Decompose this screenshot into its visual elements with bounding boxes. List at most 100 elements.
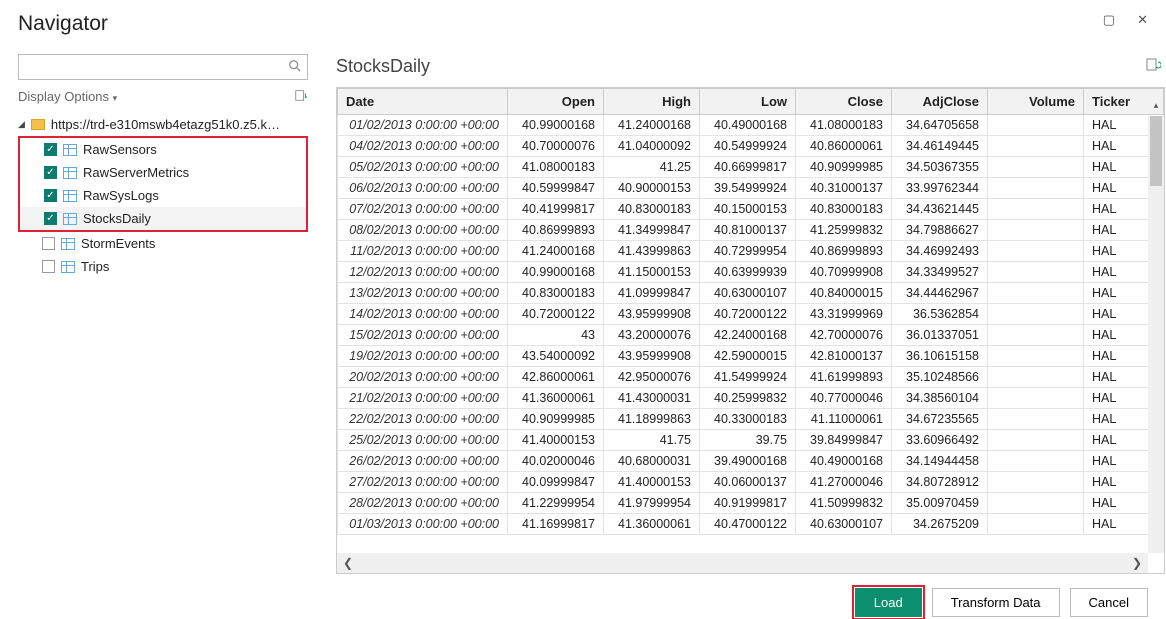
- table-row[interactable]: 28/02/2013 0:00:00 +00:0041.2299995441.9…: [338, 493, 1164, 514]
- table-icon: [63, 144, 77, 156]
- table-cell: 41.25: [604, 157, 700, 178]
- table-cell: 43.54000092: [508, 346, 604, 367]
- table-cell: 41.15000153: [604, 262, 700, 283]
- table-row[interactable]: 07/02/2013 0:00:00 +00:0040.4199981740.8…: [338, 199, 1164, 220]
- table-row[interactable]: 13/02/2013 0:00:00 +00:0040.8300018341.0…: [338, 283, 1164, 304]
- table-cell: 39.84999847: [796, 430, 892, 451]
- table-cell: 27/02/2013 0:00:00 +00:00: [338, 472, 508, 493]
- table-row[interactable]: 01/02/2013 0:00:00 +00:0040.9900016841.2…: [338, 115, 1164, 136]
- tree-item-label: StormEvents: [81, 236, 155, 251]
- checkbox-icon[interactable]: ✓: [44, 212, 57, 225]
- tree-item-trips[interactable]: Trips: [18, 255, 308, 278]
- table-cell: [988, 304, 1084, 325]
- table-cell: [988, 199, 1084, 220]
- table-icon: [61, 261, 75, 273]
- table-cell: 40.49000168: [796, 451, 892, 472]
- close-icon[interactable]: ✕: [1137, 12, 1148, 28]
- column-header[interactable]: Date: [338, 89, 508, 115]
- tree-item-stocksdaily[interactable]: ✓ StocksDaily: [20, 207, 306, 230]
- table-row[interactable]: 21/02/2013 0:00:00 +00:0041.3600006141.4…: [338, 388, 1164, 409]
- table-row[interactable]: 04/02/2013 0:00:00 +00:0040.7000007641.0…: [338, 136, 1164, 157]
- scroll-left-icon[interactable]: ❮: [343, 556, 353, 570]
- table-cell: [988, 157, 1084, 178]
- chevron-down-icon: ▾: [113, 93, 118, 103]
- column-header[interactable]: Close: [796, 89, 892, 115]
- table-cell: 34.46992493: [892, 241, 988, 262]
- table-cell: 41.09999847: [604, 283, 700, 304]
- table-row[interactable]: 11/02/2013 0:00:00 +00:0041.2400016841.4…: [338, 241, 1164, 262]
- table-row[interactable]: 12/02/2013 0:00:00 +00:0040.9900016841.1…: [338, 262, 1164, 283]
- table-row[interactable]: 20/02/2013 0:00:00 +00:0042.8600006142.9…: [338, 367, 1164, 388]
- tree-item-rawsensors[interactable]: ✓ RawSensors: [20, 138, 306, 161]
- search-input[interactable]: [18, 54, 308, 80]
- table-cell: 41.24000168: [604, 115, 700, 136]
- scroll-right-icon[interactable]: ❯: [1132, 556, 1142, 570]
- table-row[interactable]: 26/02/2013 0:00:00 +00:0040.0200004640.6…: [338, 451, 1164, 472]
- column-header[interactable]: Volume: [988, 89, 1084, 115]
- table-cell: 41.75: [604, 430, 700, 451]
- table-cell: [988, 241, 1084, 262]
- table-row[interactable]: 19/02/2013 0:00:00 +00:0043.5400009243.9…: [338, 346, 1164, 367]
- table-row[interactable]: 15/02/2013 0:00:00 +00:004343.2000007642…: [338, 325, 1164, 346]
- search-icon[interactable]: [288, 59, 302, 76]
- table-cell: 40.72000122: [508, 304, 604, 325]
- table-cell: 41.04000092: [604, 136, 700, 157]
- tree-root[interactable]: ◢ https://trd-e310mswb4etazg51k0.z5.kust…: [18, 115, 308, 134]
- table-cell: 40.84000015: [796, 283, 892, 304]
- table-row[interactable]: 06/02/2013 0:00:00 +00:0040.5999984740.9…: [338, 178, 1164, 199]
- preview-refresh-icon[interactable]: [1145, 57, 1161, 76]
- table-cell: 40.90999985: [508, 409, 604, 430]
- table-cell: 28/02/2013 0:00:00 +00:00: [338, 493, 508, 514]
- table-row[interactable]: 08/02/2013 0:00:00 +00:0040.8699989341.3…: [338, 220, 1164, 241]
- tree-item-rawsyslogs[interactable]: ✓ RawSysLogs: [20, 184, 306, 207]
- scroll-up-icon[interactable]: ▴: [1148, 100, 1164, 111]
- table-row[interactable]: 27/02/2013 0:00:00 +00:0040.0999984741.4…: [338, 472, 1164, 493]
- horizontal-scrollbar[interactable]: ❮ ❯: [337, 553, 1148, 573]
- table-cell: 01/02/2013 0:00:00 +00:00: [338, 115, 508, 136]
- transform-data-button[interactable]: Transform Data: [932, 588, 1060, 617]
- table-row[interactable]: 25/02/2013 0:00:00 +00:0041.4000015341.7…: [338, 430, 1164, 451]
- table-row[interactable]: 14/02/2013 0:00:00 +00:0040.7200012243.9…: [338, 304, 1164, 325]
- table-cell: 42.95000076: [604, 367, 700, 388]
- display-options-dropdown[interactable]: Display Options ▾: [18, 89, 117, 104]
- checkbox-icon[interactable]: ✓: [44, 166, 57, 179]
- table-cell: 41.97999954: [604, 493, 700, 514]
- checkbox-icon[interactable]: ✓: [44, 143, 57, 156]
- tree-item-stormevents[interactable]: StormEvents: [18, 232, 308, 255]
- table-cell: 43.31999969: [796, 304, 892, 325]
- checkbox-icon[interactable]: [42, 260, 55, 273]
- collapse-icon[interactable]: ◢: [18, 119, 25, 130]
- table-icon: [63, 190, 77, 202]
- table-cell: 41.61999893: [796, 367, 892, 388]
- table-cell: 35.00970459: [892, 493, 988, 514]
- table-cell: 43.95999908: [604, 346, 700, 367]
- scrollbar-thumb[interactable]: [1150, 116, 1162, 186]
- tree-item-rawservermetrics[interactable]: ✓ RawServerMetrics: [20, 161, 306, 184]
- table-cell: 41.40000153: [508, 430, 604, 451]
- table-row[interactable]: 01/03/2013 0:00:00 +00:0041.1699981741.3…: [338, 514, 1164, 535]
- table-cell: [988, 346, 1084, 367]
- table-cell: 06/02/2013 0:00:00 +00:00: [338, 178, 508, 199]
- table-row[interactable]: 22/02/2013 0:00:00 +00:0040.9099998541.1…: [338, 409, 1164, 430]
- tree-root-label: https://trd-e310mswb4etazg51k0.z5.kusto.…: [51, 117, 281, 132]
- cancel-button[interactable]: Cancel: [1070, 588, 1148, 617]
- column-header[interactable]: AdjClose: [892, 89, 988, 115]
- column-header[interactable]: Low: [700, 89, 796, 115]
- table-cell: 40.70000076: [508, 136, 604, 157]
- vertical-scrollbar[interactable]: ▴: [1148, 116, 1164, 553]
- table-cell: 39.54999924: [700, 178, 796, 199]
- table-cell: [988, 493, 1084, 514]
- load-button[interactable]: Load: [855, 588, 922, 617]
- checkbox-icon[interactable]: ✓: [44, 189, 57, 202]
- checkbox-icon[interactable]: [42, 237, 55, 250]
- maximize-icon[interactable]: ▢: [1103, 12, 1115, 28]
- table-cell: 41.36000061: [604, 514, 700, 535]
- column-header[interactable]: High: [604, 89, 700, 115]
- table-cell: 41.11000061: [796, 409, 892, 430]
- table-row[interactable]: 05/02/2013 0:00:00 +00:0041.0800018341.2…: [338, 157, 1164, 178]
- refresh-icon[interactable]: [294, 88, 308, 105]
- table-cell: 41.08000183: [796, 115, 892, 136]
- table-cell: 34.46149445: [892, 136, 988, 157]
- table-cell: 40.86999893: [508, 220, 604, 241]
- column-header[interactable]: Open: [508, 89, 604, 115]
